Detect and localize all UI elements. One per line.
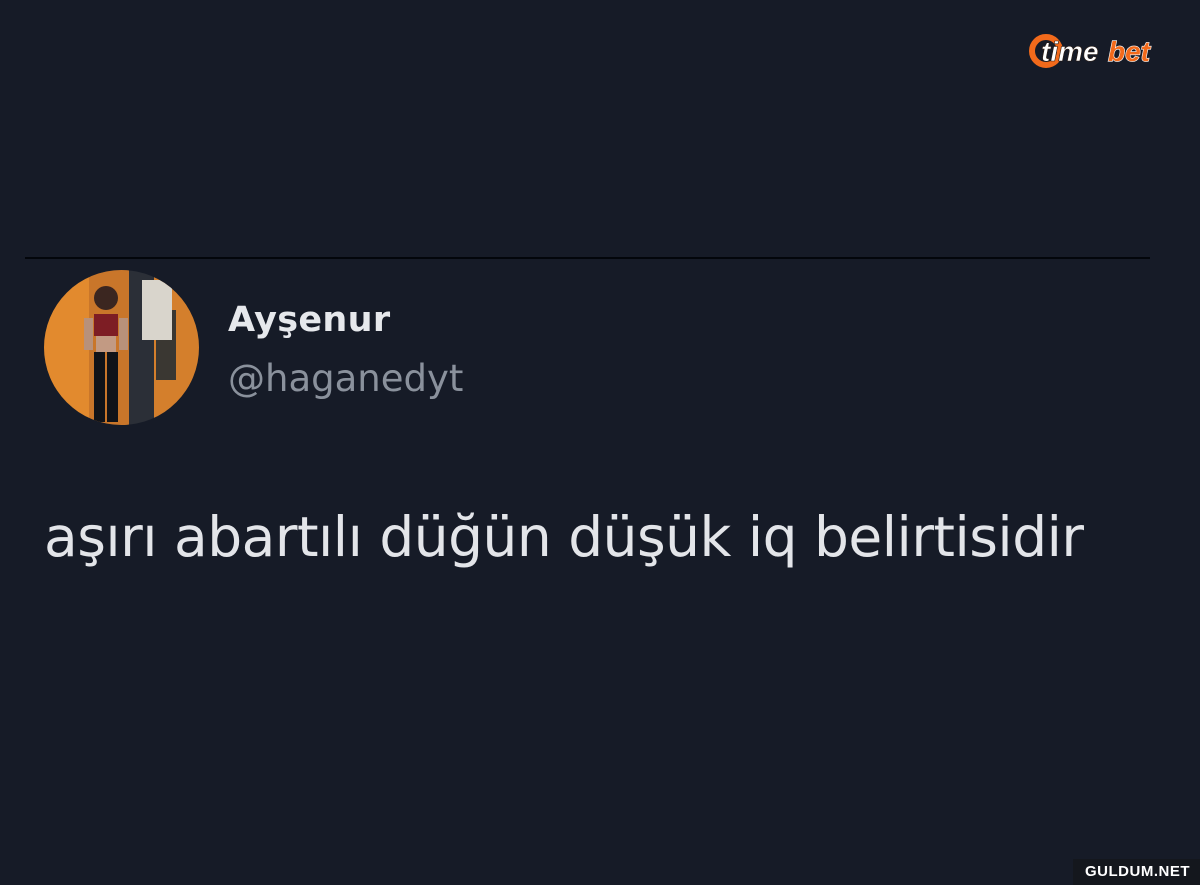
site-watermark: GULDUM.NET xyxy=(1073,859,1200,885)
avatar[interactable] xyxy=(44,270,199,425)
user-handle[interactable]: @haganedyt xyxy=(228,357,463,400)
display-name[interactable]: Ayşenur xyxy=(228,300,390,340)
tweet-text: aşırı abartılı düğün düşük iq belirtisid… xyxy=(44,505,1084,569)
tweet-card: Ayşenur @haganedyt aşırı abartılı düğün … xyxy=(0,0,1200,885)
